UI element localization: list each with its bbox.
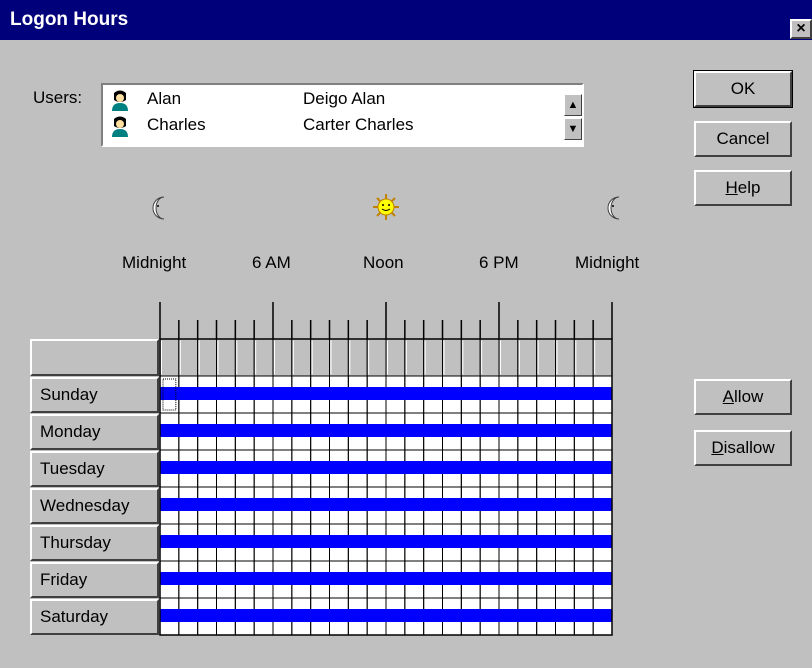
allowed-bar[interactable] (160, 461, 612, 474)
allow-button[interactable]: Allow (694, 379, 792, 415)
scroll-up-button[interactable]: ▲ (564, 94, 582, 116)
sun-icon (373, 194, 399, 220)
hour-header-cell[interactable] (517, 338, 538, 377)
hour-header-cell[interactable] (385, 338, 406, 377)
hour-header-cell[interactable] (178, 338, 199, 377)
user-icon (109, 89, 131, 111)
help-label-mnemonic: H (725, 178, 738, 197)
allow-label-mnemonic: A (722, 387, 735, 406)
hour-header-cell[interactable] (291, 338, 312, 377)
hour-header-cell[interactable] (347, 338, 368, 377)
scroll-down-button[interactable]: ▼ (564, 118, 582, 140)
hour-header-cell[interactable] (272, 338, 293, 377)
time-label-6am: 6 AM (252, 253, 291, 272)
hour-header-cell[interactable] (460, 338, 481, 377)
hour-header-cell[interactable] (197, 338, 218, 377)
allowed-bar[interactable] (160, 609, 612, 622)
time-label-midnight-start: Midnight (122, 253, 187, 272)
hour-header-cell[interactable] (404, 338, 425, 377)
title-bar: Logon Hours × (0, 0, 812, 40)
moon-icon (607, 196, 620, 220)
time-label-noon: Noon (363, 253, 404, 272)
allow-label: llow (734, 387, 764, 406)
hour-header-cell[interactable] (442, 338, 462, 377)
time-label-midnight-end: Midnight (575, 253, 640, 272)
user-full-name: Deigo Alan (303, 89, 386, 108)
ok-button[interactable]: OK (693, 70, 793, 108)
disallow-label-mnemonic: D (711, 438, 724, 457)
allowed-bar[interactable] (160, 572, 612, 585)
user-name: Alan (147, 89, 182, 108)
hour-header-cell[interactable] (159, 338, 180, 377)
hour-header-cell[interactable] (423, 338, 443, 377)
disallow-button[interactable]: Disallow (694, 430, 792, 466)
hour-header-cell[interactable] (498, 338, 519, 377)
user-full-name: Carter Charles (303, 115, 414, 134)
disallow-label: isallow (723, 438, 775, 457)
list-item[interactable]: Charles Carter Charles (103, 113, 563, 139)
list-item[interactable]: Alan Deigo Alan (103, 87, 563, 113)
hour-header-cell[interactable] (592, 338, 613, 377)
hour-header-cell[interactable] (479, 338, 500, 377)
hour-header-cell[interactable] (366, 338, 387, 377)
help-label: elp (737, 178, 761, 197)
user-icon (109, 115, 131, 137)
users-listbox[interactable]: Alan Deigo Alan Charles Carter Charles (101, 83, 584, 147)
help-button[interactable]: Help (694, 170, 792, 206)
moon-icon (152, 196, 165, 220)
hour-header-cell[interactable] (555, 338, 575, 377)
users-label: Users: (33, 88, 83, 107)
hour-header-cell[interactable] (536, 338, 556, 377)
close-button[interactable]: × (790, 19, 812, 39)
logon-hours-grid[interactable] (30, 297, 620, 647)
cancel-button[interactable]: Cancel (694, 121, 792, 157)
hour-header-cell[interactable] (216, 338, 236, 377)
hour-header-cell[interactable] (310, 338, 330, 377)
user-name: Charles (147, 115, 206, 134)
allowed-bar[interactable] (160, 498, 612, 511)
window-title: Logon Hours (10, 9, 129, 30)
allowed-bar[interactable] (160, 387, 612, 400)
allowed-bar[interactable] (160, 424, 612, 437)
hour-header-cell[interactable] (234, 338, 255, 377)
hour-header-cell[interactable] (573, 338, 594, 377)
time-label-6pm: 6 PM (479, 253, 519, 272)
allowed-bar[interactable] (160, 535, 612, 548)
hour-header-cell[interactable] (329, 338, 349, 377)
hour-header-cell[interactable] (253, 338, 274, 377)
